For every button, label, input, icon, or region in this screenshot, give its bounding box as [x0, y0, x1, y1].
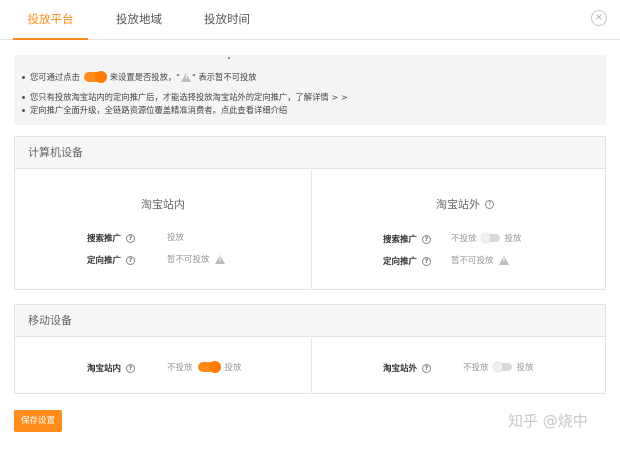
- notice-line-1: 您可通过点击 来设置是否投放，" " 表示暂不可投放: [22, 71, 257, 83]
- warning-icon: [498, 255, 509, 265]
- bullet-icon: [22, 108, 25, 112]
- outer-target-value: 暂不可投放: [451, 254, 509, 266]
- outer-search-toggle-row: 不投放 投放: [451, 232, 522, 244]
- close-icon[interactable]: ×: [591, 10, 607, 26]
- toggle-off-label: 不投放: [167, 363, 193, 373]
- notice-box: 您可通过点击 来设置是否投放，" " 表示暂不可投放 您只有投放淘宝站内的定向推…: [14, 55, 606, 125]
- outer-target-label: 定向推广 ?: [383, 255, 432, 267]
- notice-text: 您可通过点击: [30, 72, 80, 82]
- help-icon[interactable]: ?: [485, 199, 494, 209]
- toggle-on-label: 投放: [516, 363, 534, 373]
- help-icon[interactable]: ?: [422, 234, 432, 244]
- help-icon[interactable]: ?: [422, 256, 432, 266]
- help-icon[interactable]: ?: [422, 363, 432, 373]
- save-button[interactable]: 保存设置: [14, 410, 62, 432]
- mobile-outer-toggle[interactable]: [492, 362, 512, 372]
- mobile-inner-toggle-row: 不投放 投放: [167, 361, 242, 373]
- notice-line-2: 您只有投放淘宝站内的定向推广后，才能选择投放淘宝站外的定向推广，了解详情 > >: [22, 91, 348, 103]
- help-icon[interactable]: ?: [126, 233, 136, 243]
- tab-platform[interactable]: 投放平台: [13, 0, 88, 40]
- toggle-on-icon: [83, 71, 107, 83]
- notice-intro-link[interactable]: 定向推广全面升级，全链路资源位覆盖精准消费者。点此查看详细介绍: [30, 104, 287, 116]
- label-text: 定向推广: [383, 257, 418, 267]
- search-promo-value: 投放: [167, 231, 184, 243]
- tab-region[interactable]: 投放地域: [105, 0, 173, 40]
- title-text: 淘宝站外: [436, 198, 480, 211]
- mobile-inner-toggle[interactable]: [197, 361, 221, 373]
- mobile-outer-label: 淘宝站外 ?: [383, 362, 432, 374]
- value-text: 暂不可投放: [451, 256, 494, 266]
- help-icon[interactable]: ?: [126, 255, 136, 265]
- notice-text: 来设置是否投放，": [109, 72, 180, 82]
- toggle-off-label: 不投放: [451, 234, 477, 244]
- label-text: 定向推广: [87, 256, 122, 266]
- help-icon[interactable]: ?: [126, 363, 136, 373]
- label-text: 搜索推广: [87, 234, 122, 244]
- label-text: 搜索推广: [383, 235, 418, 245]
- bullet-icon: [22, 95, 25, 99]
- bullet-icon: [22, 75, 25, 79]
- toggle-off-label: 不投放: [463, 363, 489, 373]
- target-promo-label: 定向推广 ?: [87, 254, 136, 266]
- column-title-outer: 淘宝站外 ?: [415, 196, 515, 212]
- tab-bar: 投放平台 投放地域 投放时间 ×: [0, 0, 620, 40]
- computer-panel: 计算机设备 淘宝站内 搜索推广 ? 投放 定向推广 ? 暂不可投放 淘宝站外 ?…: [14, 136, 606, 290]
- divider: [311, 338, 312, 393]
- notice-detail-link[interactable]: 您只有投放淘宝站内的定向推广后，才能选择投放淘宝站外的定向推广，了解详情 > >: [30, 91, 348, 103]
- mobile-panel: 移动设备 淘宝站内 ? 不投放 投放 淘宝站外 ? 不投放 投放: [14, 304, 606, 394]
- panel-title: 计算机设备: [15, 137, 605, 169]
- value-text: 投放: [167, 233, 185, 243]
- notice-line-3: 定向推广全面升级，全链路资源位覆盖精准消费者。点此查看详细介绍: [22, 104, 287, 116]
- notice-text: " 表示暂不可投放: [192, 72, 257, 82]
- decorative-dot: [228, 57, 230, 59]
- toggle-on-label: 投放: [224, 363, 242, 373]
- mobile-outer-toggle-row: 不投放 投放: [463, 361, 534, 373]
- mobile-inner-label: 淘宝站内 ?: [87, 362, 136, 374]
- search-promo-label: 搜索推广 ?: [87, 232, 136, 244]
- warning-icon: [214, 254, 225, 264]
- toggle-on-label: 投放: [504, 234, 522, 244]
- value-text: 暂不可投放: [167, 255, 210, 265]
- panel-title: 移动设备: [15, 305, 605, 337]
- outer-search-label: 搜索推广 ?: [383, 233, 432, 245]
- warning-icon: [181, 72, 191, 82]
- label-text: 淘宝站内: [87, 364, 122, 374]
- column-title-inner: 淘宝站内: [141, 198, 185, 211]
- tab-time[interactable]: 投放时间: [193, 0, 261, 40]
- target-promo-value: 暂不可投放: [167, 253, 225, 265]
- label-text: 淘宝站外: [383, 364, 418, 374]
- watermark-text: 知乎 @烧中: [508, 412, 588, 430]
- outer-search-toggle[interactable]: [480, 233, 500, 243]
- divider: [311, 170, 312, 289]
